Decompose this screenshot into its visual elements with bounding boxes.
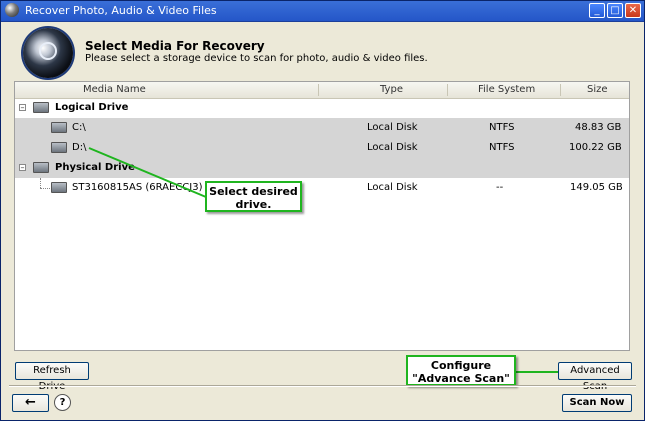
group-label: Logical Drive bbox=[55, 102, 129, 113]
group-row-physical-drive[interactable]: – Physical Drive bbox=[15, 158, 629, 178]
callout-text: drive. bbox=[235, 198, 272, 211]
page-title: Select Media For Recovery bbox=[85, 39, 265, 53]
group-row-logical-drive[interactable]: – Logical Drive bbox=[15, 98, 629, 118]
drive-type: Local Disk bbox=[367, 142, 418, 153]
help-button[interactable]: ? bbox=[54, 394, 71, 411]
column-header-file-system[interactable]: File System bbox=[478, 84, 535, 95]
media-table: Media Name Type File System Size – Logic… bbox=[14, 81, 630, 351]
drive-file-system: NTFS bbox=[489, 142, 515, 153]
back-button[interactable]: ← bbox=[12, 394, 49, 412]
drive-size: 48.83 GB bbox=[575, 122, 622, 133]
drive-icon bbox=[51, 142, 67, 153]
collapse-icon[interactable]: – bbox=[19, 164, 26, 172]
page-header: Select Media For Recovery Please select … bbox=[1, 22, 644, 78]
drive-icon bbox=[33, 162, 49, 173]
drive-name: ST3160815AS (6RAECCJ3) bbox=[72, 182, 203, 193]
callout-text: Select desired bbox=[209, 185, 298, 198]
drive-file-system: NTFS bbox=[489, 122, 515, 133]
camera-lens-logo-icon bbox=[23, 28, 73, 78]
drive-icon bbox=[33, 102, 49, 113]
app-window: Recover Photo, Audio & Video Files _ □ ✕… bbox=[0, 0, 645, 421]
scan-now-button[interactable]: Scan Now bbox=[562, 394, 632, 412]
advanced-scan-button[interactable]: Advanced Scan bbox=[558, 362, 632, 392]
footer-divider bbox=[9, 385, 636, 387]
select-drive-callout: Select desired drive. bbox=[205, 181, 302, 212]
drive-icon bbox=[51, 182, 67, 193]
drive-name: C:\ bbox=[72, 122, 86, 133]
help-icon: ? bbox=[59, 397, 66, 408]
refresh-drive-button[interactable]: Refresh Drive bbox=[15, 362, 89, 392]
drive-size: 100.22 GB bbox=[569, 142, 622, 153]
table-row-physical-disk[interactable]: ST3160815AS (6RAECCJ3) Local Disk -- 149… bbox=[15, 178, 629, 198]
drive-file-system: -- bbox=[496, 182, 504, 193]
maximize-button[interactable]: □ bbox=[607, 3, 623, 18]
page-subtitle: Please select a storage device to scan f… bbox=[85, 53, 428, 64]
group-label: Physical Drive bbox=[55, 162, 135, 173]
configure-callout: Configure "Advance Scan" bbox=[406, 355, 516, 386]
callout-text: Configure bbox=[430, 359, 492, 372]
drive-size: 149.05 GB bbox=[570, 182, 623, 193]
drive-name: D:\ bbox=[72, 142, 87, 153]
minimize-button[interactable]: _ bbox=[589, 3, 605, 18]
drive-type: Local Disk bbox=[367, 182, 418, 193]
close-button[interactable]: ✕ bbox=[625, 3, 641, 18]
window-title: Recover Photo, Audio & Video Files bbox=[25, 4, 217, 17]
column-header-size[interactable]: Size bbox=[587, 84, 608, 95]
collapse-icon[interactable]: – bbox=[19, 104, 26, 112]
title-bar[interactable]: Recover Photo, Audio & Video Files _ □ ✕ bbox=[1, 1, 644, 22]
column-header-type[interactable]: Type bbox=[380, 84, 403, 95]
table-row-d-drive[interactable]: D:\ Local Disk NTFS 100.22 GB bbox=[15, 138, 629, 158]
table-row-c-drive[interactable]: C:\ Local Disk NTFS 48.83 GB bbox=[15, 118, 629, 138]
drive-icon bbox=[51, 122, 67, 133]
back-arrow-icon: ← bbox=[25, 395, 36, 410]
app-icon bbox=[5, 3, 19, 17]
table-header: Media Name Type File System Size bbox=[15, 82, 629, 99]
drive-type: Local Disk bbox=[367, 122, 418, 133]
column-header-media-name[interactable]: Media Name bbox=[83, 84, 146, 95]
callout-text: "Advance Scan" bbox=[412, 372, 510, 385]
